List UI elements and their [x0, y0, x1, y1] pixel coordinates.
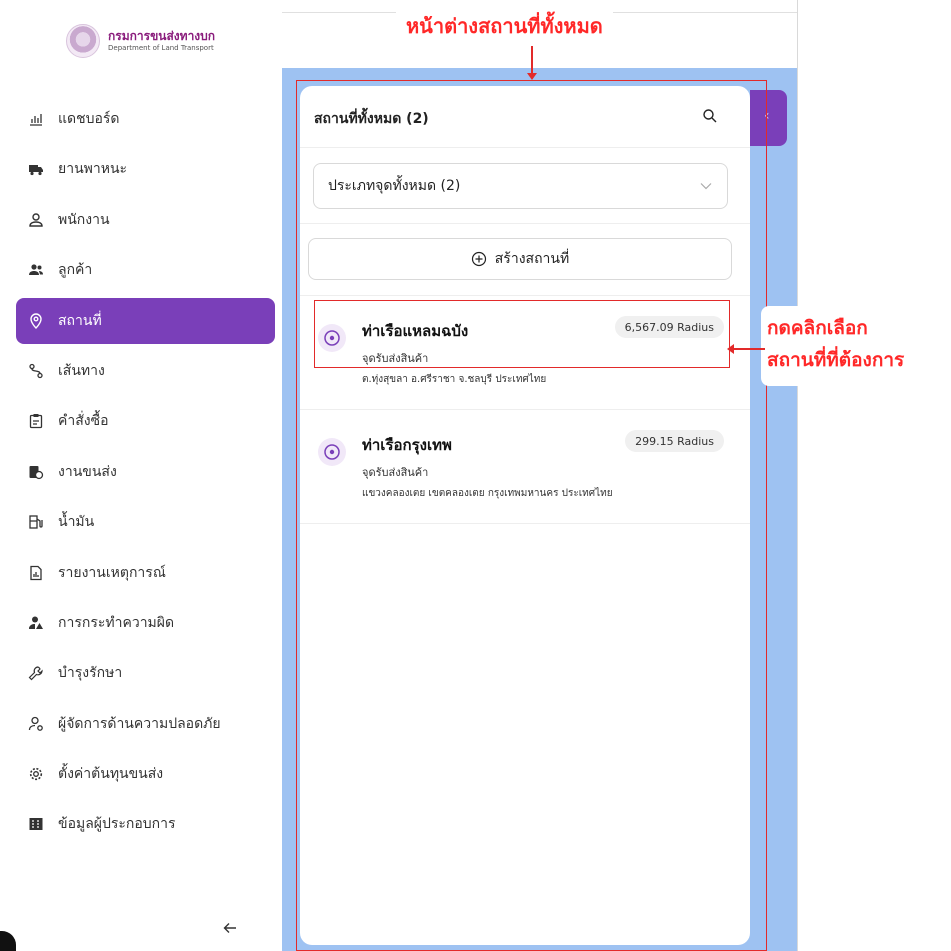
- sidebar-item-dashboard[interactable]: แดชบอร์ด: [16, 96, 275, 142]
- place-list-item[interactable]: ท่าเรือกรุงเทพ 299.15 Radius จุดรับส่งสิ…: [300, 410, 750, 524]
- sidebar-item-label: เส้นทาง: [58, 362, 105, 379]
- user-icon: [28, 212, 44, 228]
- department-seal-icon: [66, 24, 100, 58]
- place-address: แขวงคลองเตย เขตคลองเตย กรุงเทพมหานคร ประ…: [362, 488, 613, 499]
- location-pin-icon: [28, 312, 44, 329]
- sidebar-item-label: พนักงาน: [58, 211, 110, 228]
- place-type-filter-select[interactable]: ประเภทจุดทั้งหมด (2): [313, 163, 728, 209]
- sidebar-item-routes[interactable]: เส้นทาง: [16, 348, 275, 394]
- sidebar-item-orders[interactable]: คำสั่งซื้อ: [16, 398, 275, 444]
- chevron-left-icon: ‹: [764, 108, 770, 124]
- chevron-down-icon: [700, 183, 712, 190]
- sidebar-item-label: ตั้งค่าต้นทุนขนส่ง: [58, 766, 164, 783]
- collapse-sidebar-button[interactable]: [220, 918, 240, 938]
- sidebar-item-label: คำสั่งซื้อ: [58, 413, 109, 430]
- fuel-icon: [28, 514, 44, 530]
- place-name: ท่าเรือแหลมฉบัง: [362, 322, 469, 340]
- target-icon: [318, 438, 346, 466]
- annotation-callout-line1: กดคลิกเลือก: [767, 317, 868, 339]
- sidebar-item-violations[interactable]: การกระทำความผิด: [16, 600, 275, 646]
- sidebar-item-label: ยานพาหนะ: [58, 161, 128, 178]
- place-list-item[interactable]: ท่าเรือแหลมฉบัง 6,567.09 Radius จุดรับส่…: [300, 296, 750, 410]
- panel-toggle-tab[interactable]: ‹: [750, 90, 787, 146]
- sidebar-item-fuel[interactable]: น้ำมัน: [16, 499, 275, 545]
- annotation-title: หน้าต่างสถานที่ทั้งหมด: [396, 6, 613, 46]
- annotation-callout: กดคลิกเลือก สถานที่ที่ต้องการ: [761, 306, 951, 386]
- sidebar-item-label: ผู้จัดการด้านความปลอดภัย: [58, 715, 221, 732]
- brand-name-en: Department of Land Transport: [108, 44, 214, 52]
- sidebar: กรมการขนส่งทางบก Department of Land Tran…: [0, 0, 282, 951]
- report-icon: [28, 565, 44, 581]
- target-icon: [318, 324, 346, 352]
- annotation-arrow-down: [528, 46, 536, 80]
- sidebar-item-label: รายงานเหตุการณ์: [58, 564, 166, 581]
- content-edge-divider: [797, 0, 798, 951]
- sidebar-item-safety-manager[interactable]: ผู้จัดการด้านความปลอดภัย: [16, 701, 275, 747]
- users-icon: [28, 262, 44, 278]
- app-root: กรมการขนส่งทางบก Department of Land Tran…: [0, 0, 951, 951]
- brand-text: กรมการขนส่งทางบก Department of Land Tran…: [108, 29, 215, 53]
- sidebar-item-places[interactable]: สถานที่: [16, 297, 275, 344]
- radius-badge: 6,567.09 Radius: [614, 316, 724, 338]
- panel-title: สถานที่ทั้งหมด (2): [314, 111, 429, 127]
- wrench-icon: [28, 665, 44, 681]
- truck-icon: [28, 161, 44, 177]
- plus-circle-icon: [471, 251, 486, 267]
- sidebar-item-maintenance[interactable]: บำรุงรักษา: [16, 650, 275, 696]
- sidebar-item-employees[interactable]: พนักงาน: [16, 197, 275, 243]
- search-icon[interactable]: [702, 108, 718, 124]
- safety-manager-icon: [28, 716, 44, 732]
- place-type: จุดรับส่งสินค้า: [362, 352, 429, 365]
- sidebar-item-label: บำรุงรักษา: [58, 665, 123, 682]
- place-type: จุดรับส่งสินค้า: [362, 466, 429, 479]
- sidebar-item-label: ข้อมูลผู้ประกอบการ: [58, 816, 176, 833]
- annotation-arrow-left: [727, 345, 765, 353]
- brand-logo[interactable]: กรมการขนส่งทางบก Department of Land Tran…: [66, 24, 215, 58]
- places-panel: สถานที่ทั้งหมด (2) ประเภทจุดทั้งหมด (2) …: [300, 86, 750, 945]
- chart-icon: [28, 111, 44, 127]
- sidebar-item-label: การกระทำความผิด: [58, 614, 175, 631]
- create-section: สร้างสถานที่: [300, 224, 750, 296]
- panel-header: สถานที่ทั้งหมด (2): [300, 86, 750, 148]
- sidebar-item-operator-info[interactable]: ข้อมูลผู้ประกอบการ: [16, 801, 275, 847]
- filter-section: ประเภทจุดทั้งหมด (2): [300, 148, 750, 224]
- sidebar-item-customers[interactable]: ลูกค้า: [16, 247, 275, 293]
- radius-badge: 299.15 Radius: [625, 430, 724, 452]
- filter-selected-value: ประเภทจุดทั้งหมด (2): [328, 178, 461, 194]
- sidebar-item-vehicles[interactable]: ยานพาหนะ: [16, 146, 275, 192]
- create-place-button[interactable]: สร้างสถานที่: [308, 238, 732, 280]
- sidebar-item-label: ลูกค้า: [58, 262, 93, 279]
- clipboard-icon: [28, 413, 44, 429]
- violation-icon: [28, 615, 44, 631]
- window-corner: [0, 931, 16, 951]
- annotation-callout-line2: สถานที่ที่ต้องการ: [767, 349, 905, 371]
- sidebar-menu: แดชบอร์ด ยานพาหนะ พนักงาน ลูกค้า สถานที่…: [16, 96, 275, 852]
- sidebar-item-label: แดชบอร์ด: [58, 111, 120, 127]
- delivery-icon: [28, 464, 44, 480]
- gear-icon: [28, 766, 44, 782]
- place-address: ต.ทุ่งสุขลา อ.ศรีราชา จ.ชลบุรี ประเทศไทย: [362, 374, 547, 385]
- sidebar-item-label: น้ำมัน: [58, 514, 95, 531]
- sidebar-item-shipping-cost-settings[interactable]: ตั้งค่าต้นทุนขนส่ง: [16, 751, 275, 797]
- arrow-left-icon: [223, 923, 236, 933]
- sidebar-item-label: งานขนส่ง: [58, 463, 117, 480]
- place-name: ท่าเรือกรุงเทพ: [362, 436, 452, 454]
- sidebar-item-label: สถานที่: [58, 312, 102, 329]
- sidebar-item-deliveries[interactable]: งานขนส่ง: [16, 449, 275, 495]
- route-icon: [28, 363, 44, 379]
- sidebar-item-incident-reports[interactable]: รายงานเหตุการณ์: [16, 550, 275, 596]
- brand-name-th: กรมการขนส่งทางบก: [108, 29, 216, 43]
- create-place-label: สร้างสถานที่: [494, 251, 570, 267]
- building-icon: [28, 816, 44, 832]
